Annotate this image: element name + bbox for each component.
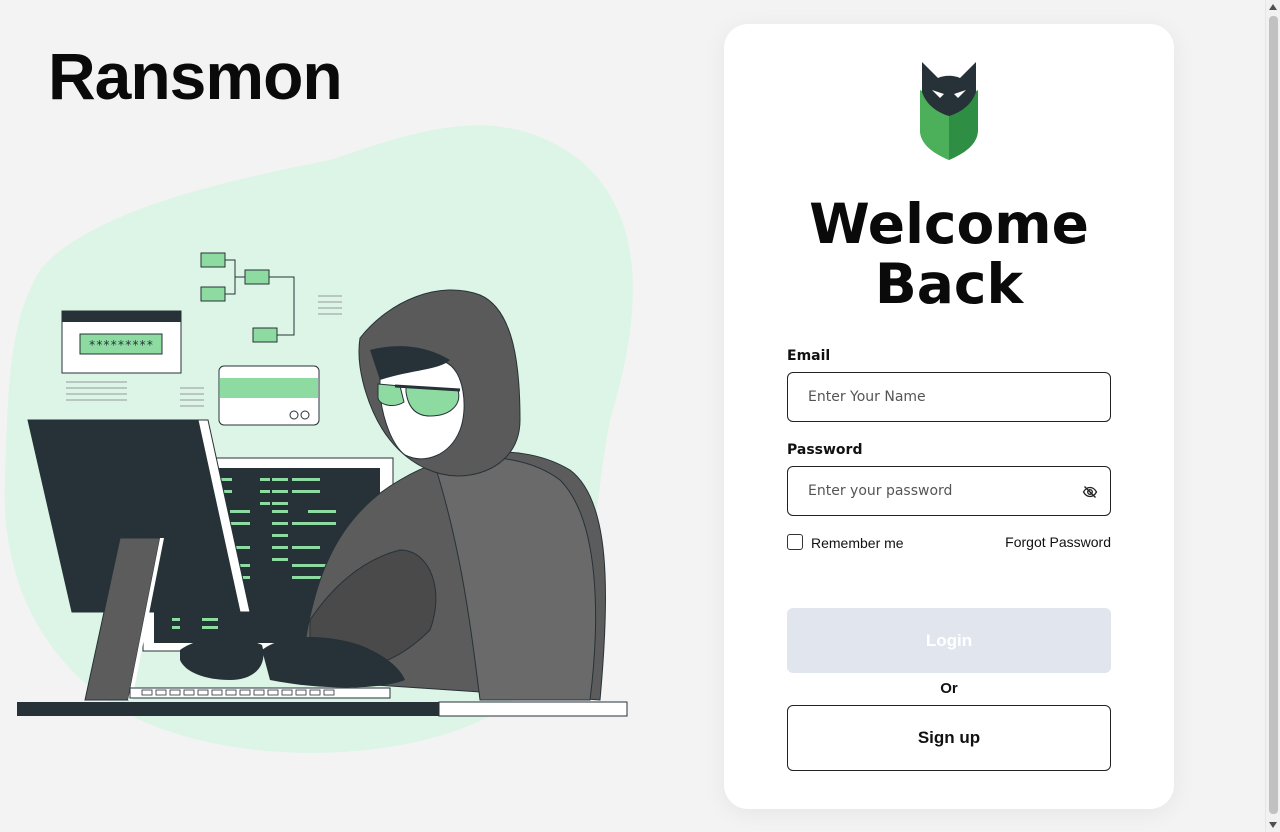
page-title-line2: Back: [874, 252, 1024, 316]
scrollbar[interactable]: [1265, 0, 1280, 832]
eye-off-icon[interactable]: [1082, 484, 1098, 500]
scroll-up-icon[interactable]: [1269, 4, 1277, 10]
brand-title: Ransmon: [48, 39, 343, 113]
shield-fox-logo: [920, 62, 978, 160]
scrollbar-thumb[interactable]: [1269, 16, 1278, 814]
remember-checkbox[interactable]: [787, 533, 803, 550]
remember-me[interactable]: Remember me: [787, 532, 904, 551]
remember-label: Remember me: [811, 535, 904, 551]
email-field-wrapper: [787, 372, 1111, 422]
password-mask-text: *********: [88, 338, 153, 352]
password-label: Password: [787, 442, 863, 458]
login-button[interactable]: Login: [787, 608, 1111, 673]
login-card: Welcome Back Email Password Remember me …: [724, 24, 1174, 809]
password-field[interactable]: [788, 467, 1110, 515]
email-label: Email: [787, 348, 831, 364]
forgot-password-link[interactable]: Forgot Password: [1005, 534, 1111, 550]
email-field[interactable]: [788, 373, 1110, 421]
page-title: Welcome Back: [724, 194, 1174, 314]
scroll-down-icon[interactable]: [1269, 822, 1277, 828]
or-divider: Or: [940, 680, 958, 697]
hacker-illustration: *********: [4, 125, 633, 753]
page-title-line1: Welcome: [809, 192, 1089, 256]
password-field-wrapper: [787, 466, 1111, 516]
signup-button[interactable]: Sign up: [787, 705, 1111, 771]
